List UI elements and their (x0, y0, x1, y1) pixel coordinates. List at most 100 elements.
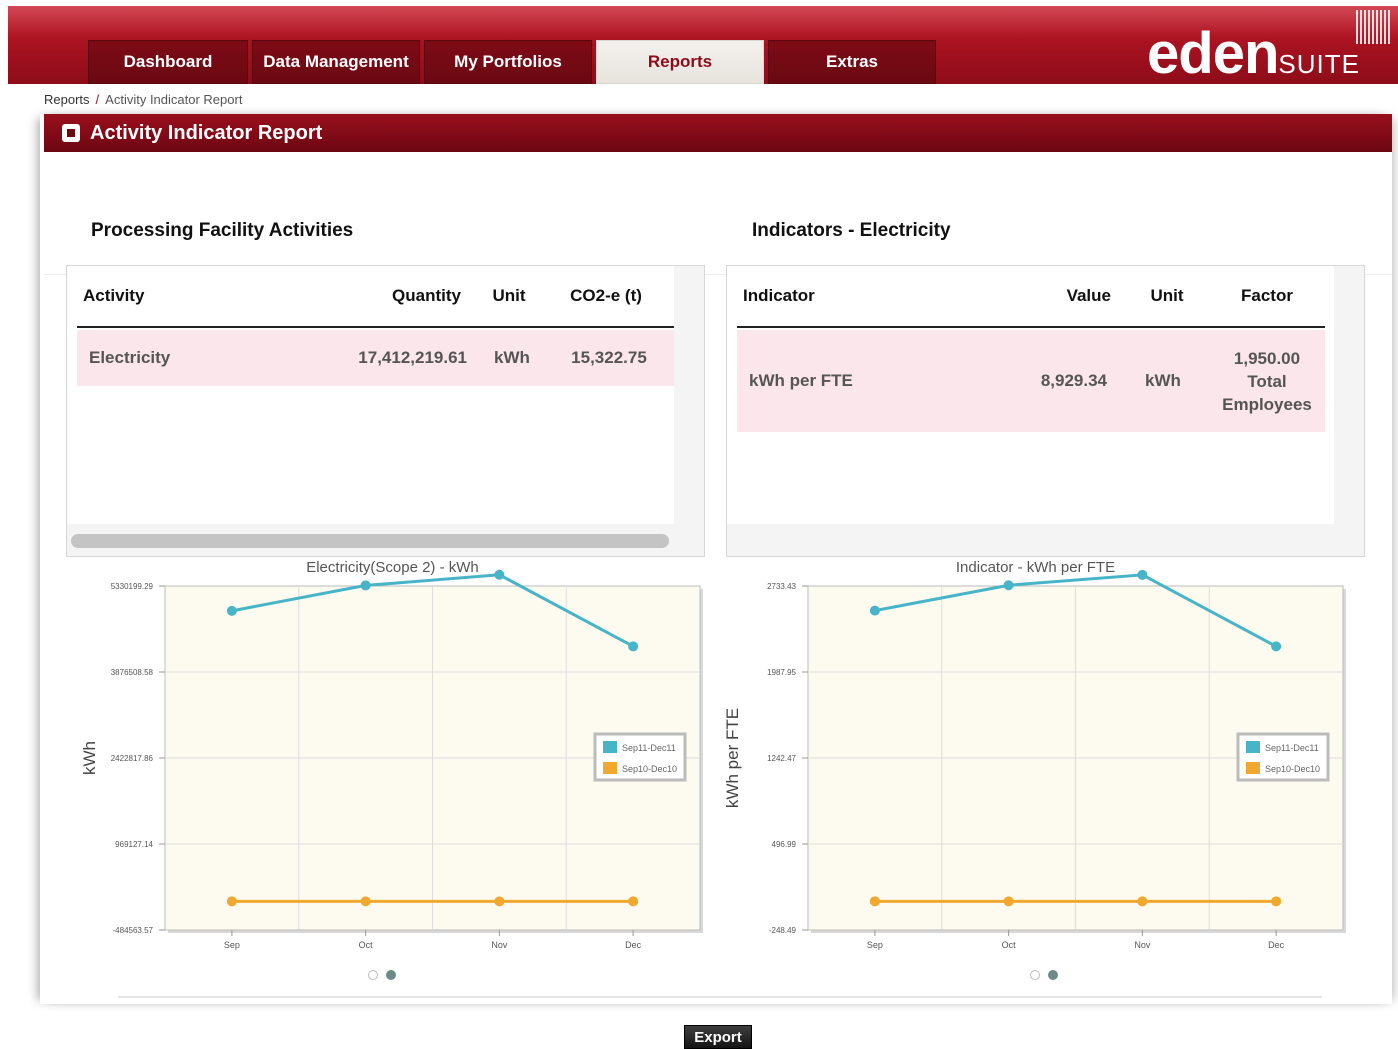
breadcrumb-separator: / (95, 92, 100, 107)
chart-title: Electricity(Scope 2) - kWh (306, 559, 479, 576)
logo-main-text: eden (1147, 21, 1279, 86)
page-title: Activity Indicator Report (90, 121, 323, 144)
data-point (360, 896, 371, 907)
data-point (1271, 896, 1282, 907)
cell-quantity: 17,412,219.61 (358, 348, 467, 367)
cell-value: 8,929.34 (1040, 371, 1107, 390)
tab-data-management[interactable]: Data Management (252, 40, 420, 84)
factor-value: 1,950.00 (1233, 348, 1301, 368)
data-point (494, 569, 505, 580)
logo-suffix-text: SUITE (1278, 49, 1360, 79)
cell-co2: 15,322.75 (571, 348, 647, 367)
cell-unit: kWh (1145, 371, 1181, 390)
panel-header: Activity Indicator Report (44, 114, 1392, 152)
table-row[interactable]: kWh per FTE 8,929.34 kWh 1,950.00 Total … (737, 330, 1325, 432)
x-tick-label: Oct (359, 940, 374, 950)
factor-label-2: Employees (1222, 394, 1312, 414)
table-row[interactable]: Electricity 17,412,219.61 kWh 15,322.75 (77, 330, 674, 386)
x-tick-label: Nov (1134, 940, 1151, 950)
collapse-icon[interactable] (62, 124, 80, 142)
data-point (360, 580, 371, 591)
legend-label: Sep11-Dec11 (1265, 743, 1319, 753)
tab-reports[interactable]: Reports (596, 40, 764, 84)
y-tick-label: 496.99 (772, 840, 797, 849)
pager-dot-2[interactable] (386, 970, 396, 980)
pager-dot-2[interactable] (1048, 970, 1058, 980)
col-activity: Activity (83, 286, 145, 305)
data-point (1271, 641, 1282, 652)
tab-dashboard[interactable]: Dashboard (88, 40, 248, 84)
y-tick-label: 2422817.86 (111, 754, 154, 763)
col-co2: CO2-e (t) (570, 286, 642, 305)
y-tick-label: 969127.14 (115, 840, 153, 849)
col-indicator: Indicator (743, 286, 815, 305)
legend-swatch (603, 762, 617, 774)
data-point (1003, 896, 1014, 907)
electricity-chart: Electricity(Scope 2) - kWh kWh 5330199.29 3… (60, 556, 710, 966)
data-point (869, 605, 880, 616)
chart-title: Indicator - kWh per FTE (956, 559, 1115, 576)
col-unit: Unit (1150, 286, 1184, 305)
pager-dot-1[interactable] (368, 970, 378, 980)
col-factor: Factor (1241, 286, 1293, 305)
data-point (869, 896, 880, 907)
tab-extras[interactable]: Extras (768, 40, 936, 84)
bottom-divider (118, 996, 1322, 998)
y-tick-label: -484563.57 (113, 926, 154, 935)
cell-factor: 1,950.00 Total Employees (1213, 347, 1321, 416)
col-quantity: Quantity (392, 286, 461, 305)
activities-title: Processing Facility Activities (91, 220, 354, 241)
x-tick-label: Sep (224, 940, 240, 950)
vertical-scrollbar[interactable] (1334, 266, 1364, 556)
data-point (1137, 896, 1148, 907)
pager-dot-1[interactable] (1030, 970, 1040, 980)
y-tick-label: 5330199.29 (111, 582, 154, 591)
legend-swatch (603, 741, 617, 753)
export-button[interactable]: Export (684, 1025, 752, 1049)
y-tick-label: 1242.47 (767, 754, 796, 763)
cell-indicator: kWh per FTE (749, 371, 853, 390)
chart-y-axis-label: kWh per FTE (723, 708, 742, 808)
indicator-chart: Indicator - kWh per FTE kWh per FTE 2733.4… (720, 556, 1370, 966)
factor-label-1: Total (1247, 371, 1287, 391)
y-tick-label: 3876508.58 (111, 668, 154, 677)
y-tick-label: 1987.95 (767, 668, 796, 677)
electricity-chart-svg: Electricity(Scope 2) - kWh kWh 5330199.29 3… (80, 559, 703, 950)
y-tick-label: -248.49 (769, 926, 797, 935)
legend-swatch (1246, 762, 1260, 774)
col-value: Value (1066, 286, 1111, 305)
vertical-scrollbar[interactable] (674, 266, 704, 526)
indicators-title: Indicators - Electricity (752, 220, 951, 241)
col-unit: Unit (492, 286, 526, 305)
x-tick-label: Dec (1268, 940, 1285, 950)
scrollbar-thumb[interactable] (71, 534, 669, 548)
x-tick-label: Nov (491, 940, 508, 950)
breadcrumb-current: Activity Indicator Report (105, 92, 243, 107)
breadcrumb: Reports / Activity Indicator Report (44, 92, 242, 107)
x-tick-label: Sep (867, 940, 883, 950)
cell-activity: Electricity (89, 348, 171, 367)
chart-y-axis-label: kWh (80, 741, 99, 775)
data-point (628, 896, 639, 907)
x-tick-label: Oct (1002, 940, 1017, 950)
data-point (494, 896, 505, 907)
app-header: Dashboard Data Management My Portfolios … (8, 6, 1398, 86)
x-tick-label: Dec (625, 940, 642, 950)
y-tick-label: 2733.43 (767, 582, 796, 591)
activities-table: Activity Quantity Unit CO2-e (t) Electri… (66, 265, 705, 557)
horizontal-scrollbar[interactable] (67, 524, 704, 556)
activities-table-header: Activity Quantity Unit CO2-e (t) (77, 266, 674, 328)
data-point (1137, 569, 1148, 580)
breadcrumb-reports-link[interactable]: Reports (44, 92, 90, 107)
legend-label: Sep11-Dec11 (622, 743, 676, 753)
barcode-icon (1356, 10, 1390, 44)
indicators-table-header: Indicator Value Unit Factor (737, 266, 1325, 328)
horizontal-scrollbar[interactable] (727, 524, 1334, 556)
indicator-chart-svg: Indicator - kWh per FTE kWh per FTE 2733.4… (723, 559, 1346, 950)
legend-swatch (1246, 741, 1260, 753)
data-point (628, 641, 639, 652)
legend-label: Sep10-Dec10 (1265, 764, 1320, 774)
chart-pager-right (1030, 970, 1058, 980)
indicators-table: Indicator Value Unit Factor kWh per FTE … (726, 265, 1365, 557)
tab-my-portfolios[interactable]: My Portfolios (424, 40, 592, 84)
